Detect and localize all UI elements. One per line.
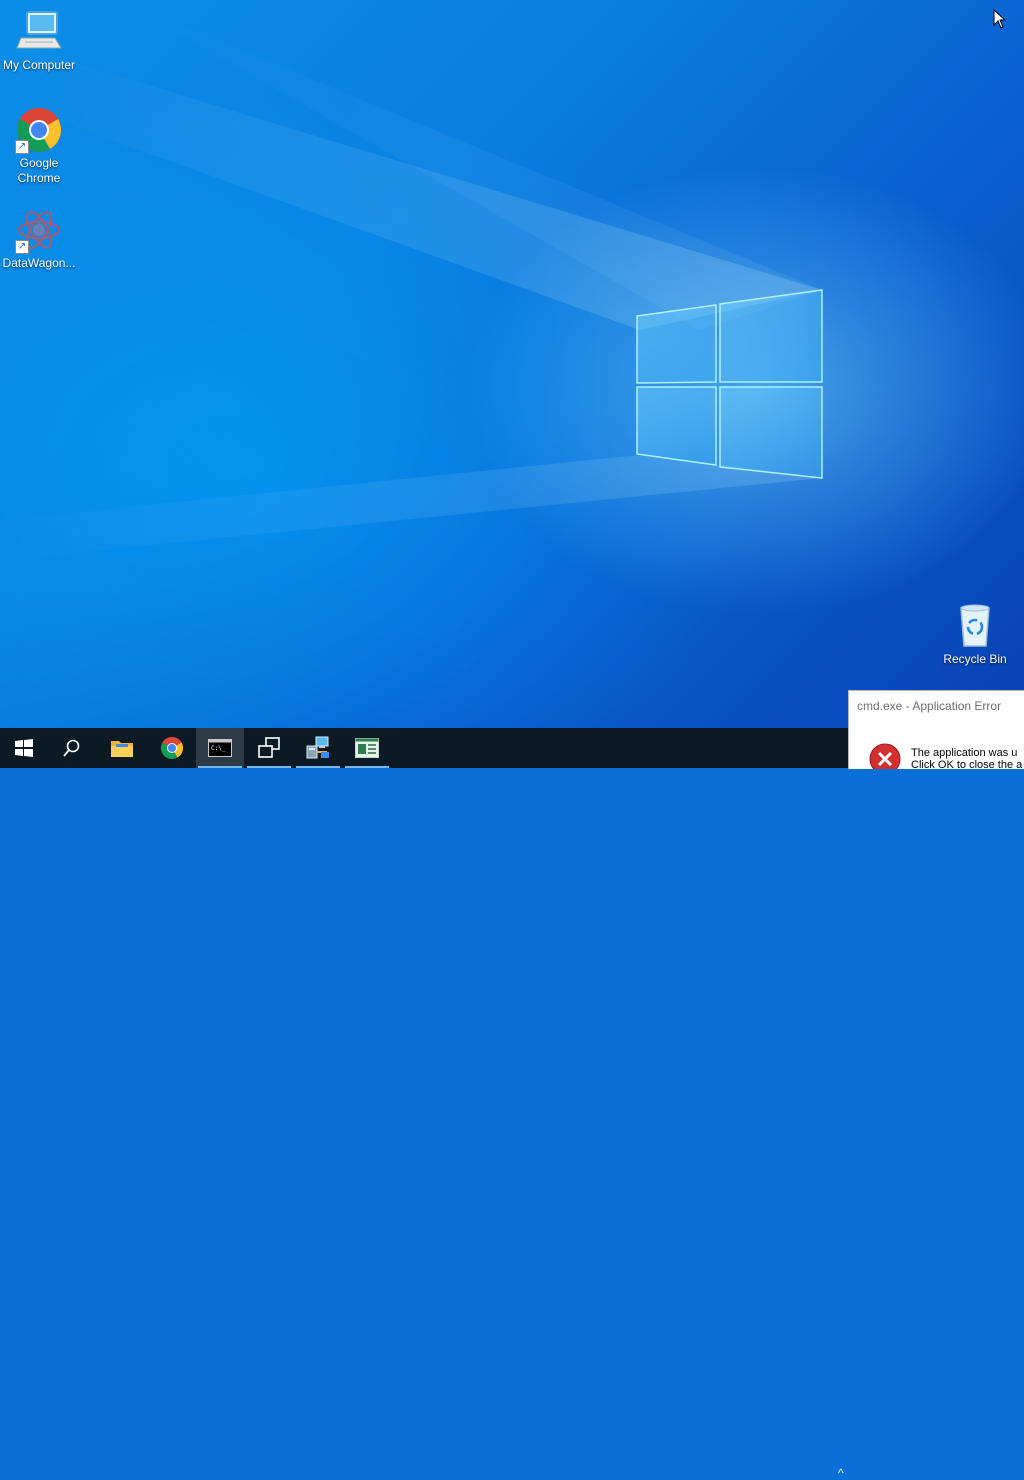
search-icon (63, 739, 80, 757)
windows-overlap-icon (258, 737, 280, 758)
dialog-message-line: The application was u (911, 747, 1018, 759)
desktop: My Computer ↗ Google Chrome ↗ DataWagon.… (0, 0, 1024, 728)
windows-logo-wallpaper (636, 289, 823, 479)
error-icon (869, 743, 901, 769)
shortcut-arrow-icon: ↗ (15, 140, 29, 154)
search-button[interactable] (48, 728, 96, 768)
application-error-dialog: cmd.exe - Application Error The applicat… (848, 690, 1024, 769)
window-manager-button[interactable] (245, 728, 293, 768)
svg-text:C:\_: C:\_ (211, 745, 226, 752)
start-button[interactable] (0, 728, 48, 768)
desktop-icon-label: DataWagon... (2, 256, 76, 270)
file-explorer-button[interactable] (98, 728, 146, 768)
datawagon-icon: ↗ (15, 206, 63, 254)
folder-icon (111, 741, 133, 757)
cmd-icon: C:\_ (208, 739, 232, 757)
desktop-icon-recycle-bin[interactable]: Recycle Bin (936, 602, 1014, 667)
desktop-icon-label: Google Chrome (17, 156, 61, 185)
recycle-bin-icon (951, 602, 999, 650)
mouse-cursor-icon (993, 9, 1007, 29)
desktop-icon-label: Recycle Bin (943, 652, 1007, 666)
chrome-icon (161, 737, 183, 759)
chrome-icon: ↗ (15, 106, 63, 154)
network-tool-button[interactable] (294, 728, 342, 768)
desktop-icon-label: My Computer (2, 58, 76, 72)
desktop-icon-my-computer[interactable]: My Computer (0, 8, 78, 73)
show-hidden-icons-arrow[interactable]: ^ (838, 1466, 844, 1480)
dialog-title: cmd.exe - Application Error (857, 699, 1002, 713)
windows-logo-icon (15, 739, 33, 757)
app-window-button[interactable] (343, 728, 391, 768)
app-window-icon (355, 738, 379, 758)
desktop-icon-datawagon[interactable]: ↗ DataWagon... (0, 206, 78, 271)
desktop-icon-google-chrome[interactable]: ↗ Google Chrome (0, 106, 78, 186)
chrome-taskbar-button[interactable] (148, 728, 196, 768)
wallpaper-light-beams (0, 0, 823, 560)
network-computer-icon (306, 736, 329, 759)
dialog-message: The application was u Click OK to close … (911, 747, 1022, 769)
computer-icon (15, 8, 63, 56)
cmd-taskbar-button[interactable]: C:\_ (196, 728, 244, 768)
shortcut-arrow-icon: ↗ (15, 240, 29, 254)
